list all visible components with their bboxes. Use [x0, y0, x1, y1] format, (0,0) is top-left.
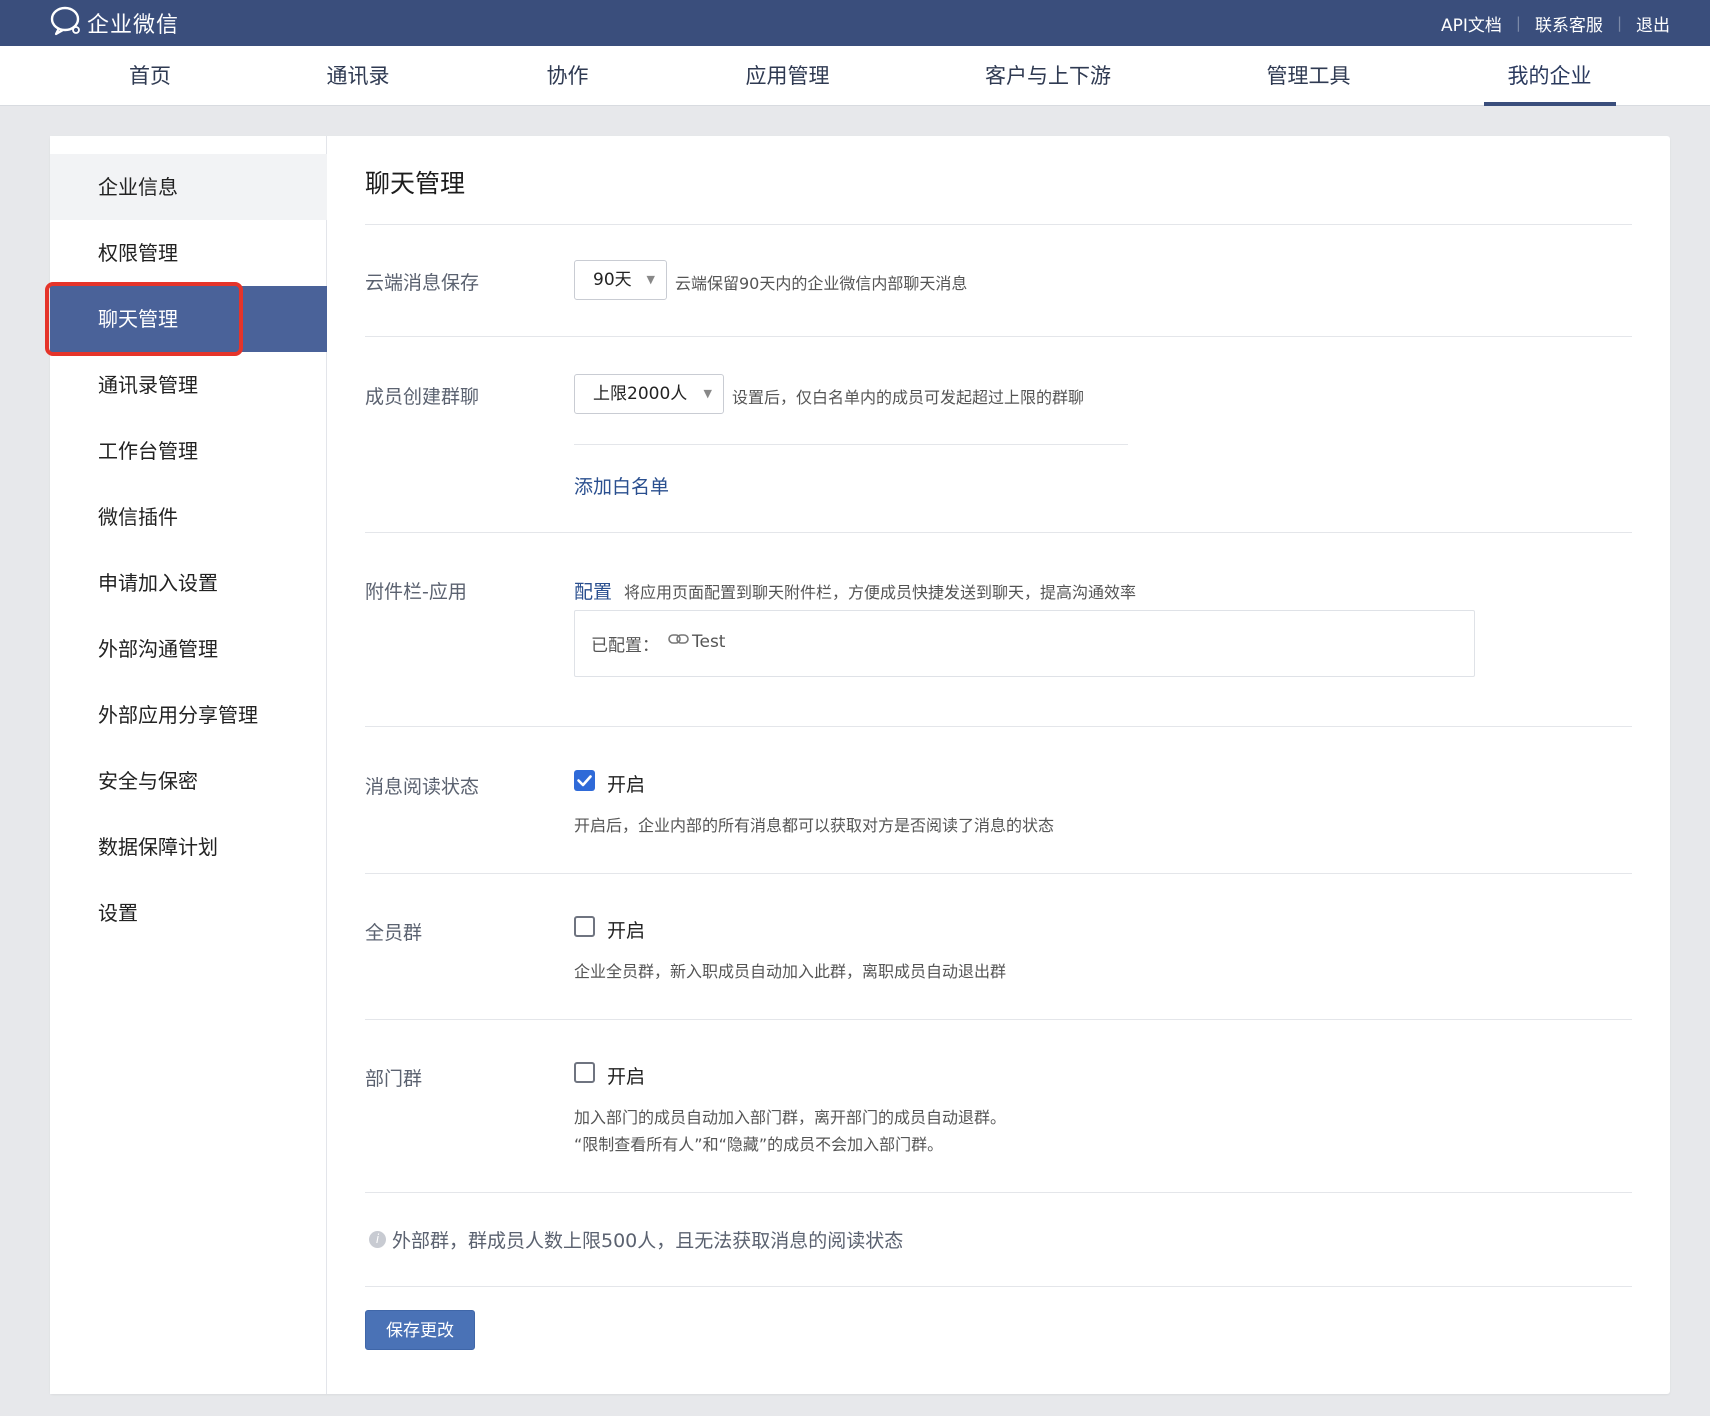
divider	[574, 444, 1128, 445]
logout-link[interactable]: 退出	[1636, 11, 1670, 36]
divider	[365, 726, 1632, 727]
info-icon: i	[369, 1231, 386, 1248]
sidebar-item-contacts-management[interactable]: 通讯录管理	[50, 352, 327, 418]
group-limit-select[interactable]: 上限2000人 ▼	[574, 374, 724, 414]
sidebar-item-settings[interactable]: 设置	[50, 880, 327, 946]
cloud-storage-select[interactable]: 90天 ▼	[574, 260, 667, 300]
all-members-group-label: 全员群	[365, 922, 423, 944]
caret-down-icon: ▼	[703, 387, 712, 400]
nav-home[interactable]: 首页	[108, 46, 192, 106]
nav-app-management[interactable]: 应用管理	[735, 46, 840, 106]
read-status-option[interactable]: 开启	[607, 770, 645, 797]
top-links: API文档 | 联系客服 | 退出	[1441, 0, 1670, 46]
sidebar-item-permissions[interactable]: 权限管理	[50, 220, 327, 286]
all-members-group-checkbox[interactable]	[574, 916, 595, 937]
save-changes-button[interactable]: 保存更改	[365, 1310, 475, 1350]
sidebar-item-data-protection[interactable]: 数据保障计划	[50, 814, 327, 880]
dept-group-desc-line2: “限制查看所有人”和“隐藏”的成员不会加入部门群。	[574, 1135, 944, 1154]
configured-app-name: Test	[692, 631, 726, 652]
group-create-desc: 设置后，仅白名单内的成员可发起超过上限的群聊	[732, 388, 1085, 407]
configured-label: 已配置：	[591, 636, 659, 656]
divider	[365, 532, 1632, 533]
read-status-label: 消息阅读状态	[365, 776, 480, 798]
nav-my-company[interactable]: 我的企业	[1497, 46, 1602, 106]
configured-app-item[interactable]: Test	[668, 631, 725, 652]
sidebar-item-workbench[interactable]: 工作台管理	[50, 418, 327, 484]
divider	[365, 224, 1632, 225]
divider	[365, 1286, 1632, 1287]
dept-group-label: 部门群	[365, 1068, 423, 1090]
sidebar-item-external-app-sharing[interactable]: 外部应用分享管理	[50, 682, 327, 748]
external-group-note: i 外部群，群成员人数上限500人，且无法获取消息的阅读状态	[369, 1226, 903, 1253]
link-icon	[668, 631, 692, 652]
active-tab-indicator	[1484, 102, 1616, 106]
dept-group-desc-line1: 加入部门的成员自动加入部门群，离开部门的成员自动退群。	[574, 1108, 1007, 1127]
attachment-label: 附件栏-应用	[365, 581, 467, 603]
sidebar-item-join-settings[interactable]: 申请加入设置	[50, 550, 327, 616]
all-members-group-desc: 企业全员群，新入职成员自动加入此群，离职成员自动退出群	[574, 962, 1007, 981]
configured-apps-box: 已配置： Test	[574, 610, 1475, 677]
nav-collaboration[interactable]: 协作	[530, 46, 605, 106]
attachment-desc: 将应用页面配置到聊天附件栏，方便成员快捷发送到聊天，提高沟通效率	[624, 583, 1137, 602]
api-docs-link[interactable]: API文档	[1441, 11, 1502, 36]
dept-group-checkbox[interactable]	[574, 1062, 595, 1083]
contact-support-link[interactable]: 联系客服	[1535, 11, 1603, 36]
main-nav: 首页 通讯录 协作 应用管理 客户与上下游 管理工具 我的企业	[0, 46, 1710, 106]
cloud-storage-desc: 云端保留90天内的企业微信内部聊天消息	[675, 274, 968, 293]
wecom-logo-icon	[49, 4, 83, 42]
read-status-checkbox[interactable]	[574, 770, 595, 791]
divider	[365, 873, 1632, 874]
configure-link[interactable]: 配置	[574, 577, 612, 604]
cloud-storage-label: 云端消息保存	[365, 272, 480, 294]
external-group-note-text: 外部群，群成员人数上限500人，且无法获取消息的阅读状态	[392, 1230, 904, 1252]
sidebar-item-company-info[interactable]: 企业信息	[50, 154, 327, 220]
all-members-group-option[interactable]: 开启	[607, 916, 645, 943]
logo-text: 企业微信	[87, 13, 180, 38]
caret-down-icon: ▼	[646, 273, 655, 286]
page-title: 聊天管理	[365, 169, 466, 198]
dept-group-option[interactable]: 开启	[607, 1062, 645, 1089]
top-bar: 企业微信 API文档 | 联系客服 | 退出	[0, 0, 1710, 46]
sidebar-item-wechat-plugin[interactable]: 微信插件	[50, 484, 327, 550]
checkmark-icon	[577, 775, 592, 787]
settings-card: 企业信息 权限管理 聊天管理 通讯录管理 工作台管理 微信插件 申请加入设置 外…	[50, 136, 1670, 1394]
cloud-storage-select-value: 90天	[593, 270, 632, 290]
group-limit-select-value: 上限2000人	[593, 384, 688, 404]
add-whitelist-link[interactable]: 添加白名单	[574, 472, 669, 499]
read-status-desc: 开启后，企业内部的所有消息都可以获取对方是否阅读了消息的状态	[574, 816, 1055, 835]
sidebar-item-security[interactable]: 安全与保密	[50, 748, 327, 814]
logo[interactable]: 企业微信	[49, 6, 179, 40]
sidebar-item-chat-management[interactable]: 聊天管理	[50, 286, 327, 352]
divider	[365, 336, 1632, 337]
group-create-label: 成员创建群聊	[365, 386, 480, 408]
divider: |	[1616, 14, 1622, 32]
divider: |	[1515, 14, 1521, 32]
content-area: 聊天管理 云端消息保存 90天 ▼ 云端保留90天内的企业微信内部聊天消息 成员…	[327, 136, 1670, 1394]
divider	[365, 1019, 1632, 1020]
nav-customers[interactable]: 客户与上下游	[978, 46, 1118, 106]
sidebar-item-external-communication[interactable]: 外部沟通管理	[50, 616, 327, 682]
nav-admin-tools[interactable]: 管理工具	[1256, 46, 1361, 106]
divider	[365, 1192, 1632, 1193]
nav-contacts[interactable]: 通讯录	[316, 46, 400, 106]
sidebar: 企业信息 权限管理 聊天管理 通讯录管理 工作台管理 微信插件 申请加入设置 外…	[50, 136, 327, 1394]
